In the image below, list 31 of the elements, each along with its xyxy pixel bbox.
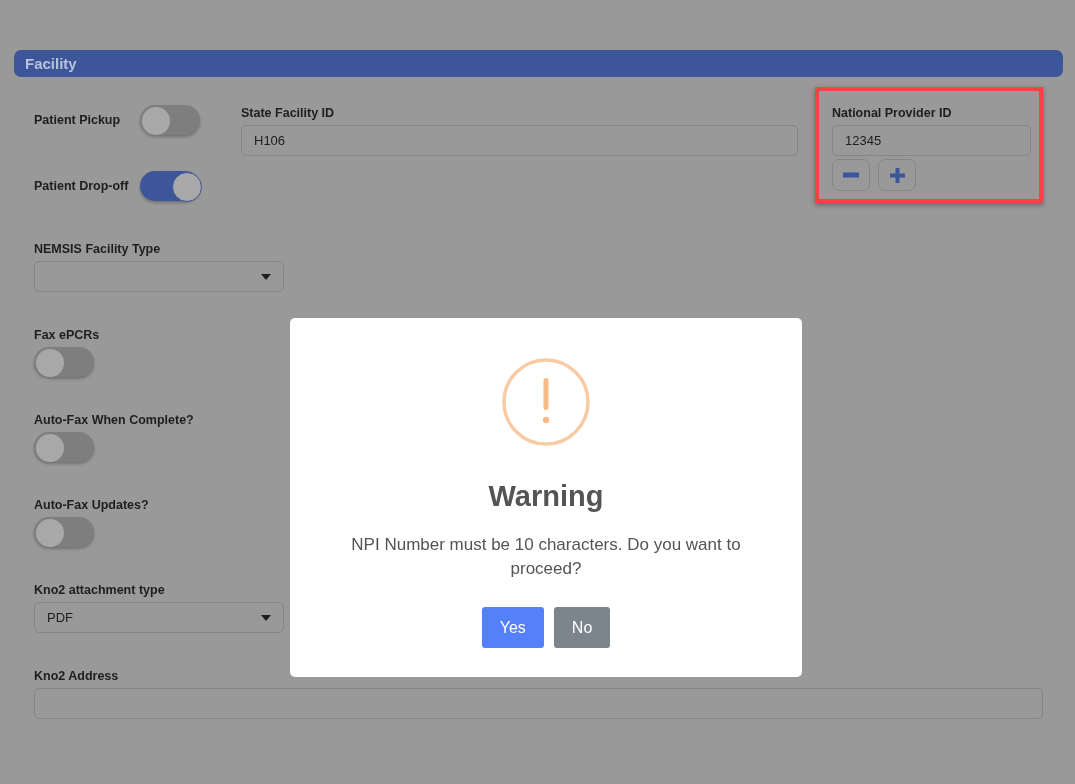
input-field[interactable]: 12345 [832, 125, 1031, 156]
toggle-switch[interactable] [140, 171, 200, 201]
caret-icon [261, 273, 271, 280]
confirm-button[interactable]: Yes [481, 607, 544, 648]
toggle-label: Patient Pickup [34, 113, 122, 127]
cancel-button[interactable]: No [553, 607, 611, 648]
select-field[interactable]: PDF [34, 602, 284, 633]
field-label: Kno2 attachment type [34, 583, 166, 597]
field-label: State Facility ID [241, 106, 335, 120]
field-label: Kno2 Address [34, 669, 120, 683]
section-header: Facility [14, 50, 1063, 77]
warning-icon [502, 358, 590, 446]
field-label: Auto-Fax Updates? [34, 498, 150, 512]
toggle-switch[interactable] [34, 517, 94, 547]
dialog-title: Warning [488, 480, 604, 513]
toggle-switch[interactable] [140, 105, 200, 135]
field-label: National Provider ID [832, 106, 952, 120]
field-label: NEMSIS Facility Type [34, 242, 162, 256]
minus-icon [843, 172, 859, 178]
select-field[interactable] [34, 261, 284, 292]
input-field[interactable]: H106 [241, 125, 798, 156]
increment-button[interactable] [878, 159, 916, 191]
decrement-button[interactable] [832, 159, 870, 191]
dialog-message: NPI Number must be 10 characters. Do you want to proceed? [350, 534, 742, 580]
field-label: Fax ePCRs [34, 328, 101, 342]
caret-icon [261, 614, 271, 621]
toggle-switch[interactable] [34, 432, 94, 462]
toggle-label: Patient Drop-off [34, 179, 130, 193]
plus-icon [889, 167, 905, 183]
toggle-switch[interactable] [34, 347, 94, 377]
field-label: Auto-Fax When Complete? [34, 413, 195, 427]
